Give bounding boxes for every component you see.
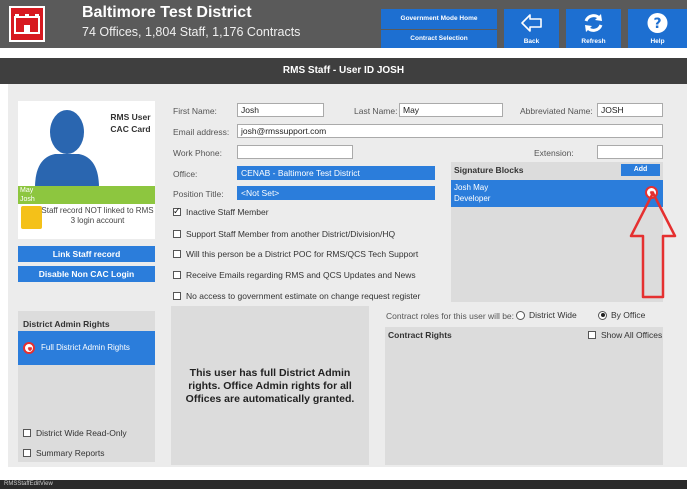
district-wide-radio[interactable]: District Wide xyxy=(516,310,577,320)
cac-card-title: RMS User CAC Card xyxy=(110,112,151,134)
admin-message-panel: This user has full District Admin rights… xyxy=(171,306,369,465)
add-signature-button[interactable]: Add xyxy=(621,164,660,176)
checkbox-box[interactable] xyxy=(173,230,181,238)
back-arrow-icon xyxy=(504,12,559,34)
summary-reports-checkbox[interactable]: Summary Reports xyxy=(23,448,105,458)
admin-rights-message: This user has full District Admin rights… xyxy=(185,367,355,405)
disable-non-cac-login-button[interactable]: Disable Non CAC Login xyxy=(18,266,155,282)
name-band: May Josh xyxy=(18,186,155,204)
last-name-label: Last Name: xyxy=(354,106,398,116)
checkbox-label: District Wide Read-Only xyxy=(36,428,127,438)
checkbox-box[interactable] xyxy=(173,206,181,217)
full-rights-label: Full District Admin Rights xyxy=(41,343,130,352)
checkbox-label: Receive Emails regarding RMS and QCS Upd… xyxy=(186,270,416,280)
checkbox-box[interactable] xyxy=(173,292,181,300)
page-title: RMS Staff - User ID JOSH xyxy=(0,58,687,84)
refresh-label: Refresh xyxy=(581,38,606,45)
checkbox-box[interactable] xyxy=(23,449,31,457)
refresh-icon xyxy=(566,12,621,34)
support-staff-checkbox[interactable]: Support Staff Member from another Distri… xyxy=(173,229,395,239)
office-label: Office: xyxy=(173,169,198,179)
by-office-radio[interactable]: By Office xyxy=(598,310,645,320)
link-staff-record-button[interactable]: Link Staff record xyxy=(18,246,155,262)
last-name-field[interactable]: May xyxy=(399,103,503,117)
show-all-offices-checkbox[interactable]: Show All Offices xyxy=(588,330,662,340)
district-admin-title: District Admin Rights xyxy=(23,319,110,329)
status-bar: RMSStaffEditView xyxy=(0,480,687,489)
checkbox-label: Will this person be a District POC for R… xyxy=(186,249,419,259)
checkbox-box[interactable] xyxy=(173,271,181,279)
first-name-field[interactable]: Josh xyxy=(237,103,324,117)
full-district-admin-item[interactable]: Full District Admin Rights xyxy=(18,331,155,365)
contract-rights-panel: Contract Rights Show All Offices xyxy=(385,327,663,465)
checkbox-label: Show All Offices xyxy=(601,330,663,340)
contract-rights-title: Contract Rights xyxy=(388,330,452,340)
abbreviated-name-field[interactable]: JOSH xyxy=(597,103,663,117)
help-button[interactable]: ? Help xyxy=(628,9,687,48)
annotation-arrow-icon xyxy=(629,191,677,299)
contract-selection-button[interactable]: Contract Selection xyxy=(381,30,497,48)
checkbox-label: No access to government estimate on chan… xyxy=(186,291,421,301)
district-summary: 74 Offices, 1,804 Staff, 1,176 Contracts xyxy=(82,25,301,39)
link-status-text: Staff record NOT linked to RMS 3 login a… xyxy=(41,206,154,225)
government-mode-home-button[interactable]: Government Mode Home xyxy=(381,9,497,29)
checkbox-label: Inactive Staff Member xyxy=(186,207,269,217)
app-header: Baltimore Test District 74 Offices, 1,80… xyxy=(0,0,687,48)
back-button[interactable]: Back xyxy=(504,9,559,48)
radio-label: District Wide xyxy=(529,310,577,320)
checkbox-box[interactable] xyxy=(588,331,596,339)
radio-label: By Office xyxy=(611,310,646,320)
card-last-name: May xyxy=(20,187,34,194)
no-estimate-access-checkbox[interactable]: No access to government estimate on chan… xyxy=(173,291,420,301)
email-field[interactable]: josh@rmssupport.com xyxy=(237,124,663,138)
inactive-staff-checkbox[interactable]: Inactive Staff Member xyxy=(173,206,269,217)
checkbox-label: Support Staff Member from another Distri… xyxy=(186,229,396,239)
district-readonly-checkbox[interactable]: District Wide Read-Only xyxy=(23,428,127,438)
radio-dot[interactable] xyxy=(516,310,525,320)
office-select[interactable]: CENAB - Baltimore Test District xyxy=(237,166,435,180)
district-poc-checkbox[interactable]: Will this person be a District POC for R… xyxy=(173,249,418,259)
abbreviated-name-label: Abbreviated Name: xyxy=(520,106,593,116)
card-first-name: Josh xyxy=(20,196,35,203)
district-title: Baltimore Test District xyxy=(82,4,252,21)
remove-rights-icon[interactable] xyxy=(23,342,35,354)
link-status-indicator xyxy=(21,206,42,229)
work-phone-field[interactable] xyxy=(237,145,353,159)
cac-card: RMS User CAC Card May Josh Staff record … xyxy=(18,101,155,239)
work-phone-label: Work Phone: xyxy=(173,148,222,158)
email-label: Email address: xyxy=(173,127,230,137)
extension-label: Extension: xyxy=(534,148,574,158)
checkbox-label: Summary Reports xyxy=(36,448,105,458)
first-name-label: First Name: xyxy=(173,106,217,116)
position-title-label: Position Title: xyxy=(173,189,224,199)
checkbox-box[interactable] xyxy=(23,429,31,437)
user-avatar-icon xyxy=(35,110,99,188)
checkbox-box[interactable] xyxy=(173,250,181,258)
district-admin-rights-panel: District Admin Rights Full District Admi… xyxy=(18,311,155,462)
back-label: Back xyxy=(523,38,540,45)
position-title-select[interactable]: <Not Set> xyxy=(237,186,435,200)
refresh-button[interactable]: Refresh xyxy=(566,9,621,48)
svg-text:?: ? xyxy=(653,16,661,32)
receive-emails-checkbox[interactable]: Receive Emails regarding RMS and QCS Upd… xyxy=(173,270,416,280)
radio-dot[interactable] xyxy=(598,310,607,320)
help-label: Help xyxy=(650,38,665,45)
help-icon: ? xyxy=(628,12,687,34)
contract-roles-label: Contract roles for this user will be: xyxy=(386,311,515,321)
castle-logo-icon xyxy=(9,6,45,42)
extension-field[interactable] xyxy=(597,145,663,159)
